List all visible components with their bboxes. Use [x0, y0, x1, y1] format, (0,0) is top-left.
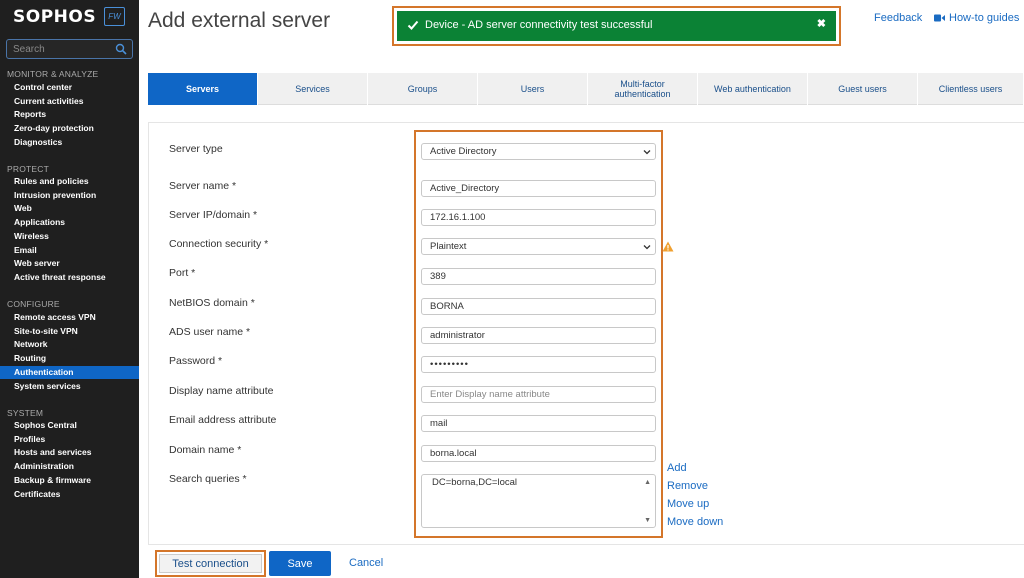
move-up-link[interactable]: Move up [667, 498, 709, 510]
email-attr-field[interactable]: mail [421, 415, 656, 432]
server-type-select[interactable]: Active Directory [421, 143, 656, 160]
server-name-field[interactable]: Active_Directory [421, 180, 656, 197]
nav-item-current-activities[interactable]: Current activities [0, 95, 139, 109]
nav-item-administration[interactable]: Administration [0, 460, 139, 474]
label-ads-user: ADS user name * [169, 326, 251, 338]
nav-item-control-center[interactable]: Control center [0, 81, 139, 95]
chevron-down-icon [643, 245, 651, 250]
video-camera-icon [934, 14, 945, 22]
nav-item-applications[interactable]: Applications [0, 216, 139, 230]
cancel-button[interactable]: Cancel [349, 557, 383, 569]
nav-item-site-vpn[interactable]: Site-to-site VPN [0, 325, 139, 339]
nav-item-zero-day[interactable]: Zero-day protection [0, 122, 139, 136]
label-server-name: Server name * [169, 180, 237, 192]
nav-item-backup-firmware[interactable]: Backup & firmware [0, 474, 139, 488]
nav-section-configure: CONFIGURE [7, 299, 60, 309]
howto-guides-label: How-to guides [949, 12, 1020, 24]
netbios-field[interactable]: BORNA [421, 298, 656, 315]
label-search-queries: Search queries * [169, 473, 247, 485]
warning-icon [662, 241, 674, 252]
domain-name-field[interactable]: borna.local [421, 445, 656, 462]
ads-user-field[interactable]: administrator [421, 327, 656, 344]
howto-guides-link[interactable]: How-to guides [934, 12, 1019, 24]
nav-item-email[interactable]: Email [0, 244, 139, 258]
label-email-attr: Email address attribute [169, 414, 277, 426]
connection-security-select[interactable]: Plaintext [421, 238, 656, 255]
tab-groups[interactable]: Groups [368, 73, 478, 105]
label-connection-security: Connection security * [169, 238, 269, 250]
chevron-down-icon [643, 150, 651, 155]
page-title: Add external server [148, 9, 331, 32]
nav-item-routing[interactable]: Routing [0, 352, 139, 366]
feedback-link[interactable]: Feedback [874, 12, 922, 24]
search-input[interactable] [13, 42, 111, 56]
label-server-type: Server type [169, 143, 223, 155]
nav-item-wireless[interactable]: Wireless [0, 230, 139, 244]
search-queries-list[interactable]: DC=borna,DC=local ▲ ▼ [421, 474, 656, 528]
close-icon[interactable]: ✖ [817, 17, 826, 30]
server-type-value: Active Directory [430, 146, 497, 157]
fw-badge: FW [104, 7, 125, 26]
nav-section-protect: PROTECT [7, 164, 50, 174]
add-query-link[interactable]: Add [667, 462, 687, 474]
sophos-logo: SOPHOS [13, 7, 97, 27]
toast-message: Device - AD server connectivity test suc… [425, 19, 653, 31]
save-button[interactable]: Save [269, 551, 331, 576]
search-icon[interactable] [115, 43, 127, 55]
tab-services[interactable]: Services [258, 73, 368, 105]
nav-item-reports[interactable]: Reports [0, 108, 139, 122]
tab-web-auth[interactable]: Web authentication [698, 73, 808, 105]
nav-item-system-services[interactable]: System services [0, 380, 139, 394]
nav-item-web-server[interactable]: Web server [0, 257, 139, 271]
label-domain-name: Domain name * [169, 444, 242, 456]
test-connection-button[interactable]: Test connection [159, 554, 262, 573]
nav-item-certificates[interactable]: Certificates [0, 488, 139, 502]
list-item[interactable]: DC=borna,DC=local [432, 477, 517, 488]
tab-mfa[interactable]: Multi-factor authentication [588, 73, 698, 105]
scroll-up-arrow[interactable]: ▲ [644, 479, 651, 486]
nav-item-authentication[interactable]: Authentication [0, 365, 139, 380]
nav-item-rules-policies[interactable]: Rules and policies [0, 175, 139, 189]
scroll-down-arrow[interactable]: ▼ [644, 517, 651, 524]
password-field[interactable]: ••••••••• [421, 356, 656, 373]
tab-guest-users[interactable]: Guest users [808, 73, 918, 105]
move-down-link[interactable]: Move down [667, 516, 723, 528]
search-box[interactable] [6, 39, 133, 59]
nav-item-hosts-services[interactable]: Hosts and services [0, 446, 139, 460]
nav-item-sophos-central[interactable]: Sophos Central [0, 419, 139, 433]
tab-servers[interactable]: Servers [148, 73, 258, 105]
label-server-ip: Server IP/domain * [169, 209, 258, 221]
label-password: Password * [169, 355, 223, 367]
nav-section-system: SYSTEM [7, 408, 44, 418]
server-ip-field[interactable]: 172.16.1.100 [421, 209, 656, 226]
toast-body: Device - AD server connectivity test suc… [397, 11, 836, 41]
test-button-highlight: Test connection [155, 550, 266, 577]
nav-item-diagnostics[interactable]: Diagnostics [0, 136, 139, 150]
tab-clientless-users[interactable]: Clientless users [918, 73, 1024, 105]
label-display-name: Display name attribute [169, 385, 274, 397]
sidebar: SOPHOS FW MONITOR & ANALYZE Control cent… [0, 0, 139, 578]
nav-item-intrusion-prevention[interactable]: Intrusion prevention [0, 189, 139, 203]
nav-item-active-threat[interactable]: Active threat response [0, 271, 139, 285]
remove-query-link[interactable]: Remove [667, 480, 708, 492]
port-field[interactable]: 389 [421, 268, 656, 285]
display-name-field[interactable]: Enter Display name attribute [421, 386, 656, 403]
label-port: Port * [169, 267, 196, 279]
check-icon [407, 20, 419, 30]
connection-security-value: Plaintext [430, 241, 467, 252]
nav-item-profiles[interactable]: Profiles [0, 433, 139, 447]
label-netbios: NetBIOS domain * [169, 297, 255, 309]
tab-users[interactable]: Users [478, 73, 588, 105]
nav-item-remote-vpn[interactable]: Remote access VPN [0, 311, 139, 325]
nav-section-monitor: MONITOR & ANALYZE [7, 69, 99, 79]
success-toast: Device - AD server connectivity test suc… [392, 6, 841, 46]
nav-item-network[interactable]: Network [0, 338, 139, 352]
nav-item-web[interactable]: Web [0, 202, 139, 216]
tab-bar: Servers Services Groups Users Multi-fact… [148, 73, 1024, 105]
